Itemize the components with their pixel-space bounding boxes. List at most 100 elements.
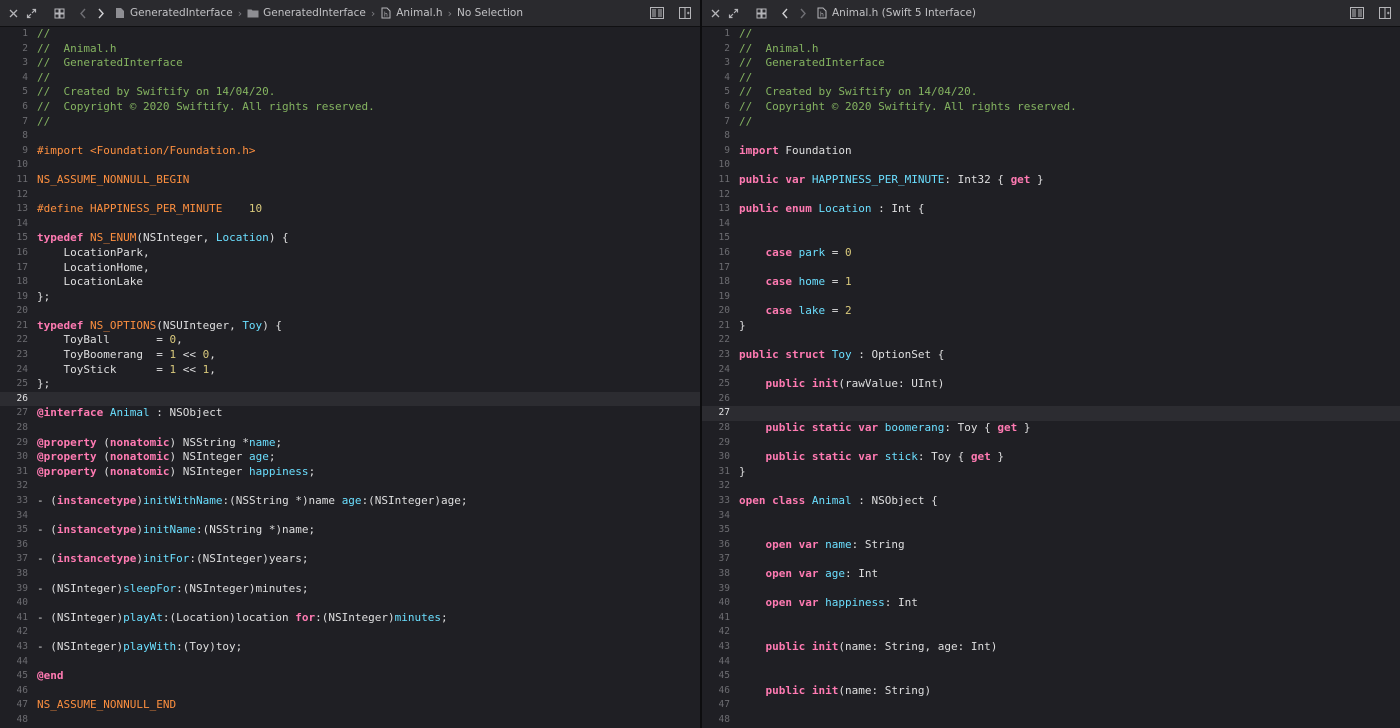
code-line[interactable]: 34	[0, 509, 700, 524]
code-line[interactable]: 35	[702, 523, 1400, 538]
code-line[interactable]: 27 @interface Animal : NSObject	[0, 406, 700, 421]
code-line[interactable]: 32	[702, 479, 1400, 494]
code-line[interactable]: 31 @property (nonatomic) NSInteger happin…	[0, 465, 700, 480]
code-line[interactable]: 33 open class Animal : NSObject {	[702, 494, 1400, 509]
code-line[interactable]: 30 public static var stick: Toy { get }	[702, 450, 1400, 465]
code-line[interactable]: 31}	[702, 465, 1400, 480]
forward-chevron-icon[interactable]	[92, 4, 110, 22]
code-line[interactable]: 3 // GeneratedInterface	[0, 56, 700, 71]
code-line[interactable]: 45	[702, 669, 1400, 684]
code-line[interactable]: 41 - (NSInteger)playAt:(Location)location…	[0, 611, 700, 626]
code-line[interactable]: 18 LocationLake	[0, 275, 700, 290]
code-line[interactable]: 4 //	[0, 71, 700, 86]
code-line[interactable]: 39	[702, 582, 1400, 597]
code-line[interactable]: 3 // GeneratedInterface	[702, 56, 1400, 71]
add-editor-icon[interactable]	[1376, 4, 1394, 22]
back-chevron-icon[interactable]	[776, 4, 794, 22]
code-line[interactable]: 44	[702, 655, 1400, 670]
code-line[interactable]: 47 NS_ASSUME_NONNULL_END	[0, 698, 700, 713]
code-line[interactable]: 34	[702, 509, 1400, 524]
code-line[interactable]: 10	[0, 158, 700, 173]
code-line[interactable]: 9 #import <Foundation/Foundation.h>	[0, 144, 700, 159]
code-line[interactable]: 8	[0, 129, 700, 144]
expand-icon[interactable]	[22, 4, 40, 22]
code-line[interactable]: 22	[702, 333, 1400, 348]
code-line[interactable]: 24	[702, 363, 1400, 378]
code-line[interactable]: 14	[702, 217, 1400, 232]
code-line[interactable]: 11 public var HAPPINESS_PER_MINUTE: Int32…	[702, 173, 1400, 188]
code-line[interactable]: 27	[702, 406, 1400, 422]
code-line[interactable]: 4 //	[702, 71, 1400, 86]
code-line[interactable]: 44	[0, 655, 700, 670]
code-line[interactable]: 23 public struct Toy : OptionSet {	[702, 348, 1400, 363]
code-line[interactable]: 43 public init(name: String, age: Int)	[702, 640, 1400, 655]
code-line[interactable]: 20 case lake = 2	[702, 304, 1400, 319]
code-line[interactable]: 40 open var happiness: Int	[702, 596, 1400, 611]
code-line[interactable]: 11 NS_ASSUME_NONNULL_BEGIN	[0, 173, 700, 188]
code-line[interactable]: 29 @property (nonatomic) NSString *name;	[0, 436, 700, 451]
code-line[interactable]: 7 //	[0, 115, 700, 130]
code-line[interactable]: 17	[702, 261, 1400, 276]
code-line[interactable]: 35 - (instancetype)initName:(NSString *)n…	[0, 523, 700, 538]
code-line[interactable]: 28	[0, 421, 700, 436]
code-line[interactable]: 46 public init(name: String)	[702, 684, 1400, 699]
close-icon[interactable]	[4, 4, 22, 22]
code-line[interactable]: 46	[0, 684, 700, 699]
code-line[interactable]: 45 @end	[0, 669, 700, 684]
code-review-icon[interactable]	[648, 4, 666, 22]
code-line[interactable]: 15	[702, 231, 1400, 246]
related-items-grid-icon[interactable]	[50, 4, 68, 22]
code-line[interactable]: 2 // Animal.h	[0, 42, 700, 57]
code-line[interactable]: 48	[702, 713, 1400, 728]
breadcrumb-folder[interactable]: GeneratedInterface	[247, 7, 366, 19]
code-line[interactable]: 38 open var age: Int	[702, 567, 1400, 582]
code-line[interactable]: 36	[0, 538, 700, 553]
code-line[interactable]: 6 // Copyright © 2020 Swiftify. All right…	[702, 100, 1400, 115]
code-line[interactable]: 8	[702, 129, 1400, 144]
code-line[interactable]: 25};	[0, 377, 700, 392]
source-editor[interactable]: 1 // 2 // Animal.h 3 // GeneratedInterface 4 //…	[702, 27, 1400, 728]
code-line[interactable]: 24 ToyStick = 1 << 1,	[0, 363, 700, 378]
code-line[interactable]: 48	[0, 713, 700, 728]
code-line[interactable]: 43 - (NSInteger)playWith:(Toy)toy;	[0, 640, 700, 655]
forward-chevron-icon[interactable]	[794, 4, 812, 22]
code-line[interactable]: 32	[0, 479, 700, 494]
code-line[interactable]: 36 open var name: String	[702, 538, 1400, 553]
code-line[interactable]: 5 // Created by Swiftify on 14/04/20.	[702, 85, 1400, 100]
code-line[interactable]: 21 typedef NS_OPTIONS(NSUInteger, Toy) {	[0, 319, 700, 334]
add-editor-icon[interactable]	[676, 4, 694, 22]
code-line[interactable]: 29	[702, 436, 1400, 451]
code-line[interactable]: 42	[702, 625, 1400, 640]
code-line[interactable]: 16 LocationPark,	[0, 246, 700, 261]
code-line[interactable]: 10	[702, 158, 1400, 173]
code-line[interactable]: 26	[702, 392, 1400, 407]
code-line[interactable]: 6 // Copyright © 2020 Swiftify. All right…	[0, 100, 700, 115]
code-line[interactable]: 21}	[702, 319, 1400, 334]
code-line[interactable]: 20	[0, 304, 700, 319]
code-line[interactable]: 33 - (instancetype)initWithName:(NSString…	[0, 494, 700, 509]
code-line[interactable]: 28 public static var boomerang: Toy { ge…	[702, 421, 1400, 436]
code-line[interactable]: 1 //	[702, 27, 1400, 42]
code-line[interactable]: 1 //	[0, 27, 700, 42]
close-icon[interactable]	[706, 4, 724, 22]
breadcrumb-file[interactable]: h Animal.h	[380, 7, 443, 19]
code-line[interactable]: 40	[0, 596, 700, 611]
code-line[interactable]: 14	[0, 217, 700, 232]
breadcrumb-project[interactable]: GeneratedInterface	[114, 7, 233, 19]
code-line[interactable]: 16 case park = 0	[702, 246, 1400, 261]
code-line[interactable]: 9 import Foundation	[702, 144, 1400, 159]
code-line[interactable]: 18 case home = 1	[702, 275, 1400, 290]
code-line[interactable]: 2 // Animal.h	[702, 42, 1400, 57]
code-review-icon[interactable]	[1348, 4, 1366, 22]
code-line[interactable]: 7 //	[702, 115, 1400, 130]
code-line[interactable]: 26	[0, 391, 700, 407]
code-line[interactable]: 17 LocationHome,	[0, 261, 700, 276]
code-line[interactable]: 15 typedef NS_ENUM(NSInteger, Location) {	[0, 231, 700, 246]
back-chevron-icon[interactable]	[74, 4, 92, 22]
code-line[interactable]: 22 ToyBall = 0,	[0, 333, 700, 348]
code-line[interactable]: 37	[702, 552, 1400, 567]
code-line[interactable]: 37 - (instancetype)initFor:(NSInteger)yea…	[0, 552, 700, 567]
code-line[interactable]: 12	[0, 188, 700, 203]
code-line[interactable]: 12	[702, 188, 1400, 203]
code-line[interactable]: 25 public init(rawValue: UInt)	[702, 377, 1400, 392]
